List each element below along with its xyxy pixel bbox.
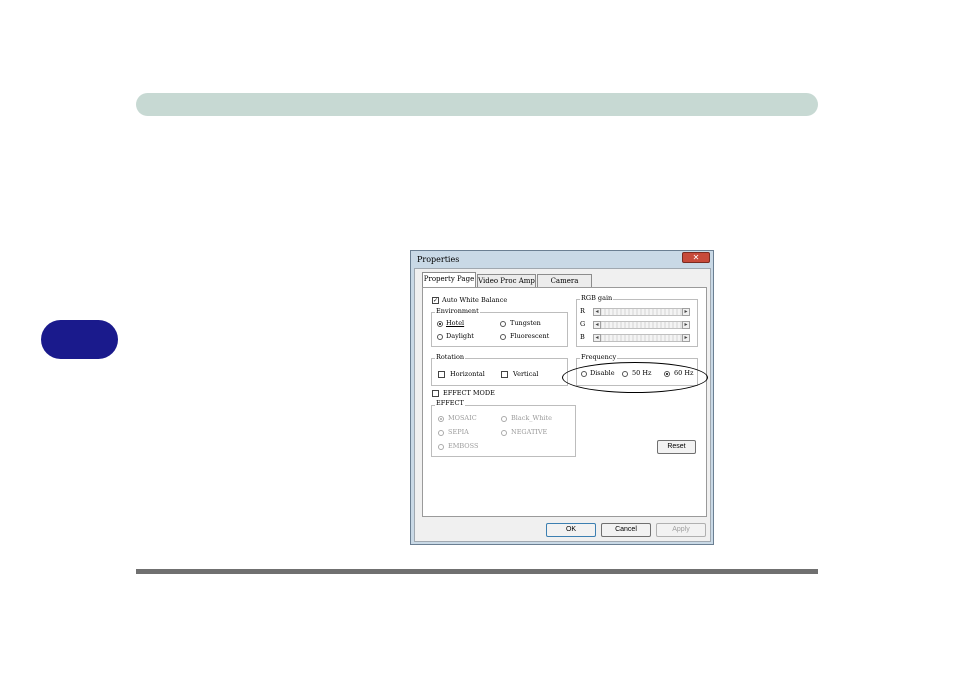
environment-fluorescent-label: Fluorescent [510,332,550,340]
tab-property-page[interactable]: Property Page [422,272,476,288]
effect-mode-label: EFFECT MODE [443,389,495,397]
slider-right-arrow-icon[interactable]: ▸ [682,334,690,342]
effect-negative-label: NEGATIVE [511,428,548,436]
tab-camera-control[interactable]: Camera Control [537,274,592,298]
rotation-vertical-checkbox[interactable] [501,371,508,378]
rgb-r-label: R [580,307,585,315]
tab-video-proc-amp[interactable]: Video Proc Amp [477,274,536,288]
effect-label: EFFECT [435,399,465,407]
header-bar [136,93,818,116]
effect-black-white-label: Black_White [511,414,552,422]
effect-sepia-label: SEPIA [448,428,469,436]
effect-emboss-label: EMBOSS [448,442,479,450]
rotation-label: Rotation [435,353,466,361]
environment-label: Environment [435,307,480,315]
slider-left-arrow-icon[interactable]: ◂ [593,321,601,329]
environment-daylight-label: Daylight [446,332,474,340]
effect-mosaic-label: MOSAIC [448,414,477,422]
close-icon[interactable]: ✕ [682,252,710,263]
environment-hotel-label: Hotel [446,319,465,327]
effect-mode-checkbox[interactable] [432,390,439,397]
rgb-g-label: G [580,320,586,328]
auto-white-balance-checkbox[interactable]: ✓ [432,297,439,304]
reset-button[interactable]: Reset [657,440,696,454]
title-bar: Properties ✕ [411,251,713,268]
environment-group [431,312,568,347]
dialog-title: Properties [417,255,460,264]
cancel-button[interactable]: Cancel [601,523,651,537]
rgb-gain-label: RGB gain [580,294,614,302]
slider-left-arrow-icon[interactable]: ◂ [593,334,601,342]
rotation-horizontal-label: Horizontal [450,370,485,378]
apply-button[interactable]: Apply [656,523,706,537]
slider-right-arrow-icon[interactable]: ▸ [682,308,690,316]
slider-left-arrow-icon[interactable]: ◂ [593,308,601,316]
property-page-panel: ✓ Auto White Balance Environment Hotel T… [422,287,707,517]
dialog-client: Property Page Video Proc Amp Camera Cont… [414,268,711,542]
environment-tungsten-label: Tungsten [510,319,541,327]
auto-white-balance-label: Auto White Balance [442,296,508,304]
rgb-g-slider[interactable]: ◂ ▸ [593,321,690,329]
environment-tungsten-radio[interactable] [500,321,506,327]
effect-emboss-radio[interactable] [438,444,444,450]
properties-dialog: Properties ✕ Property Page Video Proc Am… [410,250,714,545]
environment-daylight-radio[interactable] [437,334,443,340]
effect-mosaic-radio[interactable] [438,416,444,422]
rgb-b-label: B [580,333,585,341]
effect-negative-radio[interactable] [501,430,507,436]
rgb-r-slider[interactable]: ◂ ▸ [593,308,690,316]
frequency-label: Frequency [580,353,618,361]
environment-hotel-radio[interactable] [437,321,443,327]
slider-right-arrow-icon[interactable]: ▸ [682,321,690,329]
ok-button[interactable]: OK [546,523,596,537]
rotation-vertical-label: Vertical [513,370,539,378]
effect-sepia-radio[interactable] [438,430,444,436]
footer-rule [136,569,818,574]
rgb-b-slider[interactable]: ◂ ▸ [593,334,690,342]
rotation-horizontal-checkbox[interactable] [438,371,445,378]
chapter-tab [41,320,118,359]
environment-fluorescent-radio[interactable] [500,334,506,340]
effect-black-white-radio[interactable] [501,416,507,422]
frequency-highlight-ellipse [562,362,708,393]
